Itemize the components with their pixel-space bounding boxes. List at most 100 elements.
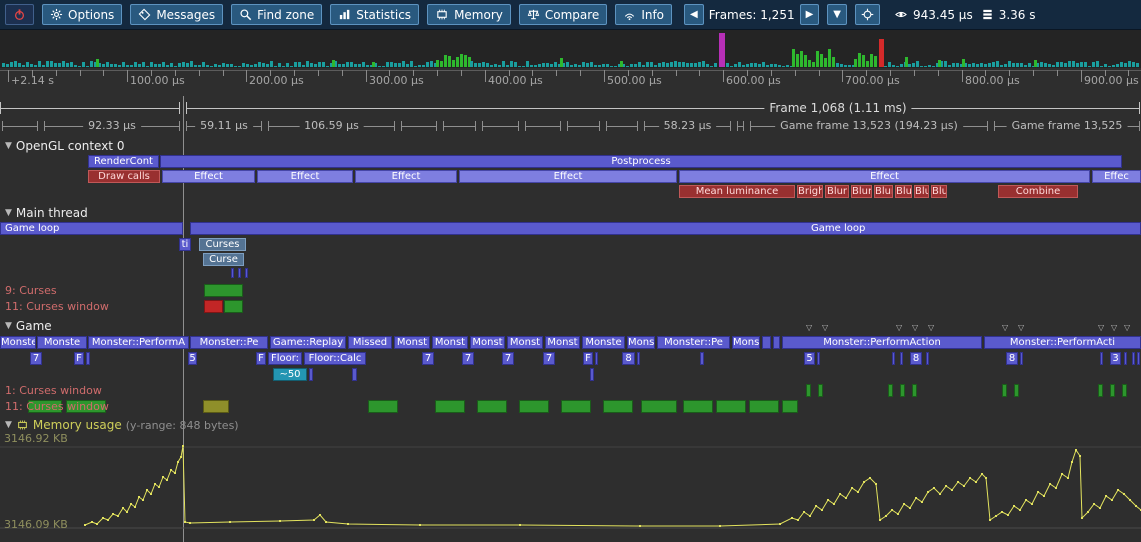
zone-bar[interactable] bbox=[203, 400, 229, 413]
frame-histogram-bar[interactable] bbox=[626, 66, 629, 67]
frame-histogram-bar[interactable] bbox=[22, 65, 25, 67]
frame-histogram-bar[interactable] bbox=[570, 65, 573, 67]
frame-histogram-bar[interactable] bbox=[246, 64, 249, 67]
frame-histogram-bar[interactable] bbox=[710, 66, 713, 67]
frame-histogram-bar[interactable] bbox=[150, 62, 153, 67]
section-header-opengl[interactable]: ▼ OpenGL context 0 bbox=[5, 139, 124, 153]
frame-histogram-bar[interactable] bbox=[346, 62, 349, 67]
zone-bar[interactable] bbox=[900, 352, 903, 365]
zone-bar[interactable] bbox=[86, 352, 90, 365]
frame-histogram-bar[interactable] bbox=[326, 66, 329, 67]
frame-histogram-bar[interactable] bbox=[678, 62, 681, 67]
frame-histogram-bar[interactable] bbox=[848, 65, 851, 67]
frame-histogram-bar[interactable] bbox=[490, 65, 493, 67]
frame-histogram-bar[interactable] bbox=[952, 63, 955, 67]
frame-histogram-bar[interactable] bbox=[526, 61, 529, 67]
statistics-button[interactable]: Statistics bbox=[330, 4, 419, 25]
frame-histogram-bar[interactable] bbox=[386, 62, 389, 67]
zone-bar[interactable]: Monst bbox=[545, 336, 580, 349]
frame-histogram-bar[interactable] bbox=[406, 64, 409, 67]
zone-bar[interactable] bbox=[519, 400, 549, 413]
zone-bar[interactable]: Effect bbox=[459, 170, 677, 183]
frame-histogram-bar[interactable] bbox=[154, 64, 157, 67]
frame-histogram-bar[interactable] bbox=[414, 66, 417, 67]
frame-histogram-bar[interactable] bbox=[110, 64, 113, 67]
frame-histogram-bar[interactable] bbox=[634, 64, 637, 67]
collapse-frames-button[interactable]: ▼ bbox=[827, 4, 847, 25]
zone-bar[interactable] bbox=[595, 352, 598, 365]
zone-bar[interactable]: Mons bbox=[732, 336, 760, 349]
frame-histogram-bar[interactable] bbox=[836, 63, 839, 67]
frame-histogram-bar[interactable] bbox=[318, 62, 321, 67]
frame-histogram-bar[interactable] bbox=[820, 54, 823, 67]
zone-bar[interactable] bbox=[1100, 352, 1103, 365]
frame-histogram-bar[interactable] bbox=[1112, 65, 1115, 67]
zone-bar[interactable]: Monste bbox=[0, 336, 36, 349]
frame-histogram-bar[interactable] bbox=[214, 64, 217, 67]
frame-histogram-bar[interactable] bbox=[50, 61, 53, 67]
frame-histogram-bar[interactable] bbox=[766, 65, 769, 67]
frame-histogram-bar[interactable] bbox=[90, 61, 93, 67]
frame-histogram-bar[interactable] bbox=[770, 64, 773, 67]
frame-histogram-bar[interactable] bbox=[522, 66, 525, 67]
zone-bar[interactable] bbox=[749, 400, 779, 413]
frame-histogram-bar[interactable] bbox=[714, 63, 717, 67]
frame-histogram-bar[interactable] bbox=[938, 60, 941, 67]
frame-histogram-bar[interactable] bbox=[980, 63, 983, 67]
subframe-span-label[interactable]: 59.11 µs bbox=[195, 119, 253, 133]
zone-bar[interactable]: Game loop bbox=[0, 222, 183, 235]
zone-bar[interactable] bbox=[224, 300, 243, 313]
frame-histogram-bar[interactable] bbox=[402, 61, 405, 67]
frame-histogram-bar[interactable] bbox=[332, 60, 335, 67]
frame-histogram-bar[interactable] bbox=[182, 62, 185, 67]
zone-bar[interactable]: 5 bbox=[188, 352, 197, 365]
frame-histogram-bar[interactable] bbox=[824, 58, 827, 67]
frame-histogram-bar[interactable] bbox=[1020, 63, 1023, 67]
zone-bar[interactable] bbox=[641, 400, 677, 413]
zone-bar[interactable]: Postprocess bbox=[160, 155, 1122, 168]
frame-histogram-bar[interactable] bbox=[642, 65, 645, 67]
frame-histogram-bar[interactable] bbox=[1016, 63, 1019, 67]
zone-bar[interactable]: Monster::PerformA bbox=[88, 336, 189, 349]
subframe-span-label[interactable]: 106.59 µs bbox=[299, 119, 364, 133]
frame-histogram-bar[interactable] bbox=[444, 55, 447, 67]
frame-histogram-bar[interactable] bbox=[900, 64, 903, 67]
frame-histogram-bar[interactable] bbox=[1120, 62, 1123, 67]
frame-histogram-bar[interactable] bbox=[778, 65, 781, 67]
frame-histogram-bar[interactable] bbox=[294, 62, 297, 67]
frame-histogram-bar[interactable] bbox=[436, 60, 439, 67]
subframe-span-label[interactable]: 92.33 µs bbox=[83, 119, 141, 133]
zone-bar[interactable]: Curses bbox=[199, 238, 246, 251]
frame-histogram-bar[interactable] bbox=[460, 54, 463, 67]
frame-histogram-bar[interactable] bbox=[905, 57, 908, 67]
frame-histogram-bar[interactable] bbox=[1034, 60, 1037, 67]
frame-histogram-bar[interactable] bbox=[928, 65, 931, 67]
frame-histogram-bar[interactable] bbox=[126, 65, 129, 67]
frame-histogram-bar[interactable] bbox=[1064, 63, 1067, 67]
frame-histogram-bar[interactable] bbox=[194, 65, 197, 67]
frame-histogram-bar[interactable] bbox=[796, 54, 799, 67]
frame-histogram-bar[interactable] bbox=[738, 62, 741, 67]
frame-histogram-bar[interactable] bbox=[862, 55, 865, 67]
frame-histogram-bar[interactable] bbox=[746, 64, 749, 67]
frame-histogram-bar[interactable] bbox=[46, 61, 49, 67]
frame-histogram-bar[interactable] bbox=[82, 62, 85, 67]
compare-button[interactable]: Compare bbox=[519, 4, 607, 25]
frame-histogram-bar[interactable] bbox=[614, 66, 617, 67]
zone-bar[interactable]: Combine bbox=[998, 185, 1078, 198]
frame-histogram-bar[interactable] bbox=[896, 66, 899, 67]
frame-histogram-bar[interactable] bbox=[474, 63, 477, 67]
frame-histogram-bar[interactable] bbox=[1044, 63, 1047, 67]
zone-bar[interactable] bbox=[603, 400, 633, 413]
power-button[interactable] bbox=[5, 4, 34, 25]
frame-histogram-bar[interactable] bbox=[390, 62, 393, 67]
frame-histogram-bar[interactable] bbox=[354, 64, 357, 67]
frame-histogram-bar[interactable] bbox=[342, 64, 345, 67]
frame-histogram-bar[interactable] bbox=[1048, 64, 1051, 67]
frame-histogram-bar[interactable] bbox=[804, 55, 807, 67]
frame-histogram-bar[interactable] bbox=[426, 62, 429, 67]
frame-histogram-bar[interactable] bbox=[542, 63, 545, 67]
frame-histogram-bar[interactable] bbox=[138, 64, 141, 67]
zone-bar[interactable]: 7 bbox=[543, 352, 555, 365]
frame-histogram-bar[interactable] bbox=[1092, 62, 1095, 67]
